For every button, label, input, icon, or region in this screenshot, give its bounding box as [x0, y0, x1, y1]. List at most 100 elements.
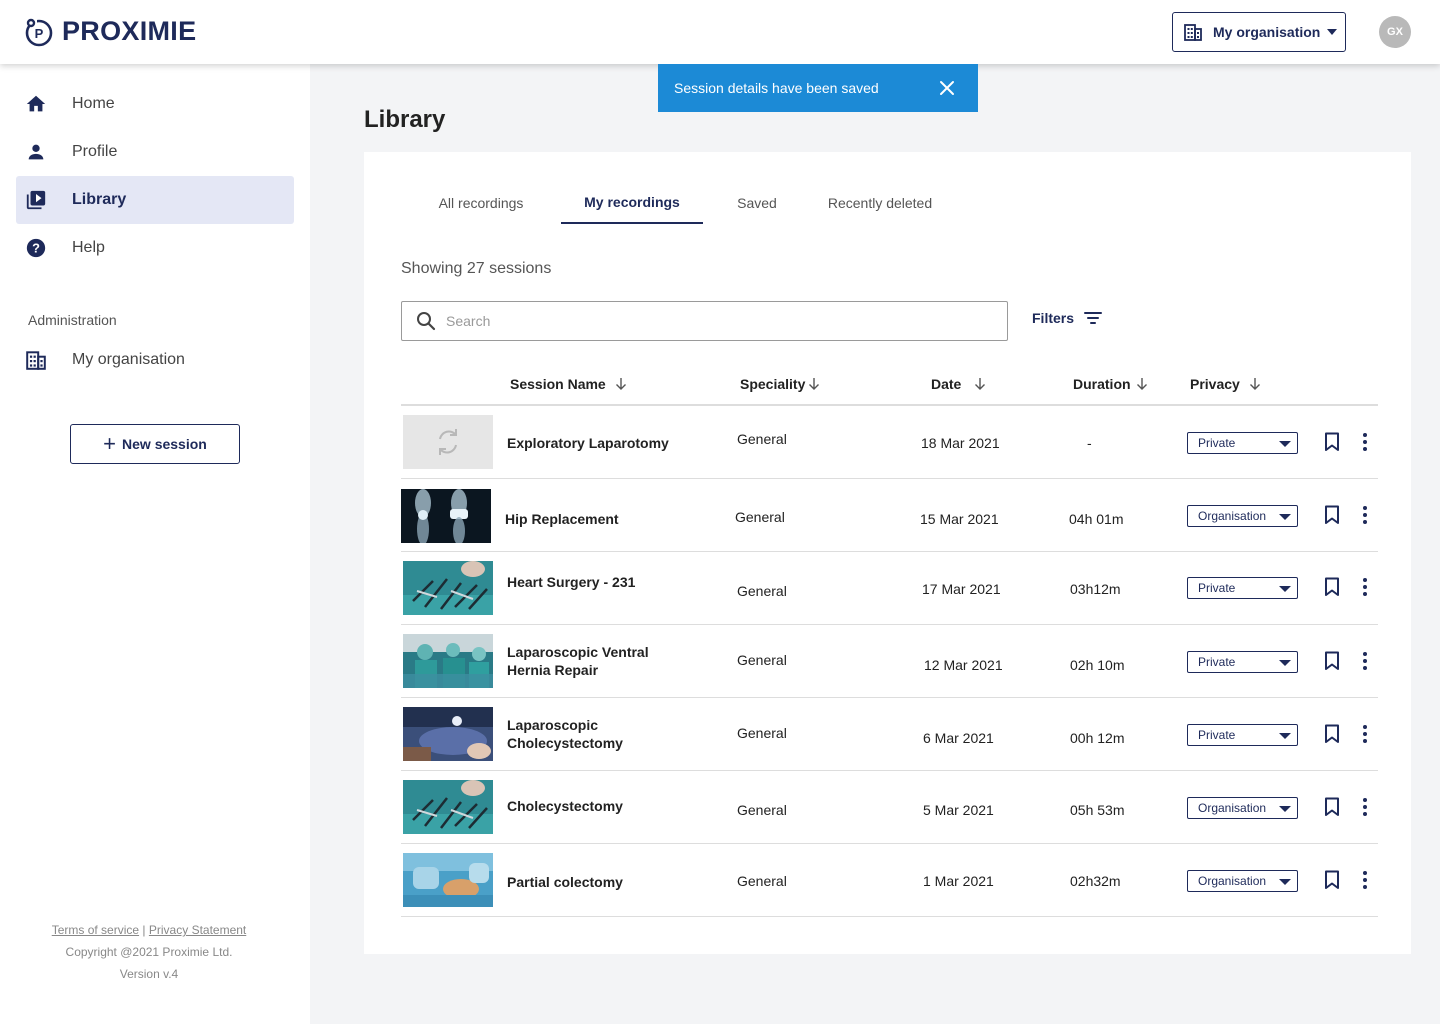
sidebar-item-help[interactable]: ? Help [16, 224, 294, 272]
session-duration: 03h12m [1070, 580, 1121, 597]
privacy-select[interactable]: Private [1187, 432, 1298, 454]
sidebar-item-label: Help [72, 239, 105, 256]
table-row[interactable]: Exploratory Laparotomy General 18 Mar 20… [401, 406, 1378, 479]
session-name[interactable]: Partial colectomy [507, 845, 687, 918]
sidebar-footer: Terms of service | Privacy Statement Cop… [0, 919, 298, 985]
filters-label: Filters [1032, 310, 1075, 326]
session-thumbnail-operation[interactable] [403, 853, 493, 907]
more-vertical-icon[interactable] [1361, 724, 1369, 744]
table-row[interactable]: Heart Surgery - 231 General 17 Mar 2021 … [401, 552, 1378, 625]
session-thumbnail-patient[interactable] [403, 707, 493, 761]
sidebar-item-home[interactable]: Home [16, 80, 294, 128]
organisation-select[interactable]: My organisation [1172, 12, 1346, 52]
proximie-logo[interactable]: P PROXIMIE [24, 16, 196, 47]
privacy-value: Private [1198, 581, 1236, 595]
column-header-label: Duration [1073, 376, 1131, 392]
library-icon [24, 188, 48, 212]
tab-recently-deleted[interactable]: Recently deleted [810, 182, 950, 224]
tab-my-recordings[interactable]: My recordings [561, 182, 703, 224]
table-row[interactable]: Cholecystectomy General 5 Mar 2021 05h 5… [401, 771, 1378, 844]
privacy-select[interactable]: Private [1187, 651, 1298, 673]
terms-of-service-link[interactable]: Terms of service [52, 923, 139, 937]
privacy-select[interactable]: Private [1187, 724, 1298, 746]
caret-down-icon [1279, 733, 1291, 739]
new-session-button[interactable]: + New session [70, 424, 240, 464]
table-row[interactable]: Hip Replacement General 15 Mar 2021 04h … [401, 479, 1378, 552]
session-name[interactable]: Exploratory Laparotomy [507, 406, 687, 479]
column-header-session-name[interactable]: Session Name [510, 376, 628, 392]
privacy-select[interactable]: Organisation [1187, 505, 1298, 527]
column-header-label: Privacy [1190, 376, 1240, 392]
session-thumbnail-xray[interactable] [401, 489, 491, 543]
person-icon [24, 140, 48, 164]
bookmark-icon[interactable] [1324, 870, 1340, 890]
sidebar-item-library[interactable]: Library [16, 176, 294, 224]
bookmark-icon[interactable] [1324, 651, 1340, 671]
more-vertical-icon[interactable] [1361, 797, 1369, 817]
column-header-duration[interactable]: Duration [1073, 376, 1149, 392]
session-thumbnail-surgeons[interactable] [403, 634, 493, 688]
filters-button[interactable]: Filters [1032, 310, 1103, 326]
privacy-value: Organisation [1198, 874, 1267, 888]
tab-all-recordings[interactable]: All recordings [422, 182, 540, 224]
user-avatar[interactable]: GX [1379, 16, 1411, 48]
session-thumbnail-instruments[interactable] [403, 561, 493, 615]
table-row[interactable]: Laparoscopic Cholecystectomy General 6 M… [401, 698, 1378, 771]
caret-down-icon [1279, 586, 1291, 592]
sidebar-item-my-organisation[interactable]: My organisation [16, 336, 294, 384]
session-thumbnail-processing[interactable] [403, 415, 493, 469]
brand-name: PROXIMIE [62, 16, 197, 46]
more-vertical-icon[interactable] [1361, 505, 1369, 525]
tab-saved[interactable]: Saved [724, 182, 790, 224]
privacy-value: Private [1198, 728, 1236, 742]
more-vertical-icon[interactable] [1361, 870, 1369, 890]
session-thumbnail-instruments[interactable] [403, 780, 493, 834]
caret-down-icon [1279, 514, 1291, 520]
session-date: 15 Mar 2021 [920, 510, 999, 527]
logo-mark-icon: P [25, 17, 53, 46]
bookmark-icon[interactable] [1324, 432, 1340, 452]
column-header-label: Date [931, 376, 962, 392]
privacy-select[interactable]: Organisation [1187, 870, 1298, 892]
bookmark-icon[interactable] [1324, 577, 1340, 597]
arrow-down-icon [975, 378, 986, 390]
sidebar-item-label: My organisation [72, 351, 185, 368]
filter-icon [1084, 312, 1103, 324]
privacy-select[interactable]: Organisation [1187, 797, 1298, 819]
search-icon [417, 312, 436, 331]
session-speciality: General [737, 801, 787, 818]
privacy-value: Private [1198, 436, 1236, 450]
more-vertical-icon[interactable] [1361, 432, 1369, 452]
column-header-label: Speciality [740, 376, 806, 392]
privacy-statement-link[interactable]: Privacy Statement [149, 923, 246, 937]
arrow-down-icon [615, 378, 626, 390]
column-header-date[interactable]: Date [931, 376, 987, 392]
success-toast: Session details have been saved [658, 64, 978, 112]
session-date: 6 Mar 2021 [923, 729, 994, 746]
session-speciality: General [737, 430, 787, 447]
bookmark-icon[interactable] [1324, 797, 1340, 817]
more-vertical-icon[interactable] [1361, 577, 1369, 597]
sidebar-item-profile[interactable]: Profile [16, 128, 294, 176]
column-header-privacy[interactable]: Privacy [1190, 376, 1262, 392]
session-duration: 04h 01m [1069, 510, 1124, 527]
table-row[interactable]: Partial colectomy General 1 Mar 2021 02h… [401, 844, 1378, 917]
session-name[interactable]: Heart Surgery - 231 [507, 545, 687, 618]
bookmark-icon[interactable] [1324, 724, 1340, 744]
search-input[interactable] [446, 313, 986, 329]
table-row[interactable]: Laparoscopic Ventral Hernia Repair Gener… [401, 625, 1378, 698]
copyright-text: Copyright @2021 Proximie Ltd. [65, 945, 233, 959]
session-name[interactable]: Cholecystectomy [507, 769, 687, 842]
column-header-speciality[interactable]: Speciality [740, 376, 821, 392]
svg-text:P: P [35, 26, 44, 41]
session-name[interactable]: Laparoscopic Cholecystectomy [507, 697, 687, 770]
session-duration: - [1087, 434, 1092, 451]
bookmark-icon[interactable] [1324, 505, 1340, 525]
close-icon[interactable] [938, 79, 956, 97]
privacy-select[interactable]: Private [1187, 577, 1298, 599]
session-speciality: General [735, 508, 785, 525]
more-vertical-icon[interactable] [1361, 651, 1369, 671]
arrow-down-icon [1136, 378, 1147, 390]
session-name[interactable]: Laparoscopic Ventral Hernia Repair [507, 624, 687, 697]
sidebar: Home Profile Library ? Help Administrati… [0, 64, 310, 1024]
